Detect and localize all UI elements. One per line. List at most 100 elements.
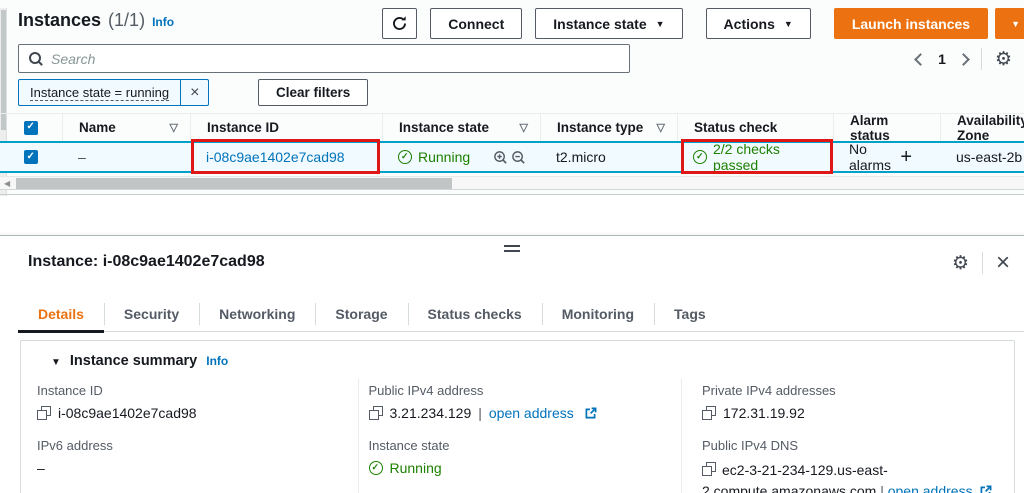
- column-header-name[interactable]: Name ▽: [62, 114, 190, 141]
- scroll-left-icon[interactable]: ◀: [4, 179, 10, 188]
- status-ok-icon: [369, 461, 383, 475]
- zoom-out-icon[interactable]: [511, 150, 526, 165]
- tab-tags[interactable]: Tags: [654, 296, 726, 331]
- field-private-ipv4: Private IPv4 addresses 172.31.19.92: [702, 383, 1004, 421]
- column-header-availability-zone[interactable]: Availability Zone: [940, 114, 1024, 141]
- copy-icon[interactable]: [702, 462, 716, 476]
- refresh-button[interactable]: [382, 8, 417, 39]
- sort-icon: ▽: [657, 121, 665, 134]
- chevron-down-icon: ▼: [784, 20, 793, 29]
- launch-instances-button[interactable]: Launch instances: [834, 8, 988, 39]
- cell-name: –: [62, 143, 190, 171]
- tab-networking[interactable]: Networking: [199, 296, 315, 331]
- select-all-cell: [0, 114, 62, 141]
- next-page-icon[interactable]: [957, 53, 970, 66]
- collapse-arrow-icon[interactable]: ▼: [51, 357, 61, 368]
- connect-button[interactable]: Connect: [430, 8, 522, 39]
- refresh-icon: [391, 15, 408, 32]
- sort-icon: ▽: [170, 121, 178, 134]
- instance-id-value: i-08c9ae1402e7cad98: [58, 405, 197, 421]
- ipv6-value: –: [37, 460, 348, 476]
- chevron-down-icon: ▼: [656, 20, 665, 29]
- zoom-in-icon[interactable]: [493, 150, 508, 165]
- horizontal-scrollbar[interactable]: ◀: [0, 176, 1024, 190]
- instance-state-dropdown[interactable]: Instance state ▼: [535, 8, 682, 39]
- column-header-instance-type[interactable]: Instance type ▽: [540, 114, 677, 141]
- status-ok-icon: [398, 150, 412, 164]
- chevron-down-icon: ▼: [1011, 20, 1020, 29]
- vertical-scrollbar-thumb[interactable]: [1, 10, 6, 130]
- pagination: 1 ⚙: [916, 44, 1012, 74]
- column-header-alarm-status[interactable]: Alarm status: [833, 114, 940, 141]
- instance-summary-header[interactable]: ▼ Instance summary Info: [21, 341, 1014, 379]
- cell-availability-zone: us-east-2b: [940, 143, 1024, 171]
- search-icon: [28, 51, 43, 66]
- row-checkbox[interactable]: [24, 150, 38, 164]
- copy-icon[interactable]: [702, 406, 716, 420]
- instance-summary-title: Instance summary: [70, 353, 197, 369]
- page-header: Instances (1/1) Info: [18, 10, 174, 31]
- filter-chip-label: Instance state = running: [30, 85, 169, 101]
- instance-count: (1/1): [108, 10, 145, 31]
- public-ipv4-value: 3.21.234.129: [390, 405, 472, 421]
- column-header-instance-state[interactable]: Instance state ▽: [382, 114, 540, 141]
- column-header-status-check[interactable]: Status check: [677, 114, 833, 141]
- preferences-gear-icon[interactable]: ⚙: [995, 50, 1012, 69]
- external-link-icon: [584, 407, 597, 420]
- previous-page-icon[interactable]: [914, 53, 927, 66]
- launch-instances-split-dropdown[interactable]: ▼: [995, 8, 1024, 39]
- search-input[interactable]: [51, 51, 620, 67]
- instance-details-panel: Instance: i-08c9ae1402e7cad98 ⚙ × Detail…: [0, 235, 1024, 493]
- panel-tabs: Details Security Networking Storage Stat…: [18, 296, 1024, 332]
- field-instance-id: Instance ID i-08c9ae1402e7cad98: [37, 383, 348, 421]
- copy-icon[interactable]: [369, 406, 383, 420]
- header-toolbar: Connect Instance state ▼ Actions ▼ Launc…: [382, 8, 1024, 39]
- search-input-container: [18, 44, 630, 73]
- tab-security[interactable]: Security: [104, 296, 199, 331]
- status-ok-icon: [693, 150, 707, 164]
- field-ipv6-address: IPv6 address –: [37, 438, 348, 476]
- cell-instance-state: Running: [382, 143, 540, 171]
- divider: [982, 252, 983, 274]
- table-header-row: Name ▽ Instance ID Instance state ▽ Inst…: [0, 113, 1024, 141]
- divider: [0, 194, 1024, 195]
- field-instance-state: Instance state Running: [369, 438, 672, 476]
- instance-id-link[interactable]: i-08c9ae1402e7cad98: [206, 149, 345, 165]
- remove-filter-icon[interactable]: ×: [180, 80, 208, 105]
- column-header-instance-id[interactable]: Instance ID: [190, 114, 382, 141]
- panel-settings-gear-icon[interactable]: ⚙: [952, 254, 969, 273]
- cell-instance-type: t2.micro: [540, 143, 677, 171]
- field-public-ipv4: Public IPv4 address 3.21.234.129 | open …: [369, 383, 672, 421]
- actions-dropdown[interactable]: Actions ▼: [706, 8, 811, 39]
- select-all-checkbox[interactable]: [24, 121, 38, 135]
- table-row[interactable]: – i-08c9ae1402e7cad98 Running t2.micro 2…: [0, 141, 1024, 173]
- sort-icon: ▽: [520, 121, 528, 134]
- close-panel-icon[interactable]: ×: [996, 251, 1010, 275]
- filter-chip[interactable]: Instance state = running ×: [18, 79, 209, 106]
- page-number[interactable]: 1: [938, 51, 946, 67]
- copy-icon[interactable]: [37, 406, 51, 420]
- tab-monitoring[interactable]: Monitoring: [542, 296, 654, 331]
- instances-list-section: Instances (1/1) Info Connect Instance st…: [0, 0, 1024, 196]
- tab-status-checks[interactable]: Status checks: [408, 296, 542, 331]
- instance-summary-card: ▼ Instance summary Info Instance ID i-08…: [20, 340, 1015, 493]
- tab-storage[interactable]: Storage: [315, 296, 407, 331]
- divider: [981, 48, 982, 70]
- page-title: Instances: [18, 10, 101, 31]
- instance-state-value: Running: [390, 460, 442, 476]
- summary-info-link[interactable]: Info: [206, 354, 228, 368]
- header-info-link[interactable]: Info: [152, 15, 174, 29]
- panel-drag-handle-icon[interactable]: [504, 245, 520, 252]
- add-alarm-button[interactable]: +: [900, 147, 912, 167]
- horizontal-scrollbar-thumb[interactable]: [16, 178, 452, 189]
- open-address-link[interactable]: open address: [489, 405, 574, 421]
- tab-details[interactable]: Details: [18, 296, 104, 331]
- private-ipv4-value: 172.31.19.92: [723, 405, 805, 421]
- cell-status-check: 2/2 checks passed: [677, 143, 833, 171]
- open-address-link[interactable]: open address: [888, 483, 973, 493]
- clear-filters-button[interactable]: Clear filters: [258, 79, 368, 106]
- public-dns-value: ec2-3-21-234-129.us-east-2.compute.amazo…: [702, 462, 888, 493]
- cell-alarm-status: No alarms +: [833, 143, 940, 171]
- panel-title: Instance: i-08c9ae1402e7cad98: [28, 253, 265, 271]
- field-public-dns: Public IPv4 DNS ec2-3-21-234-129.us-east…: [702, 438, 1004, 493]
